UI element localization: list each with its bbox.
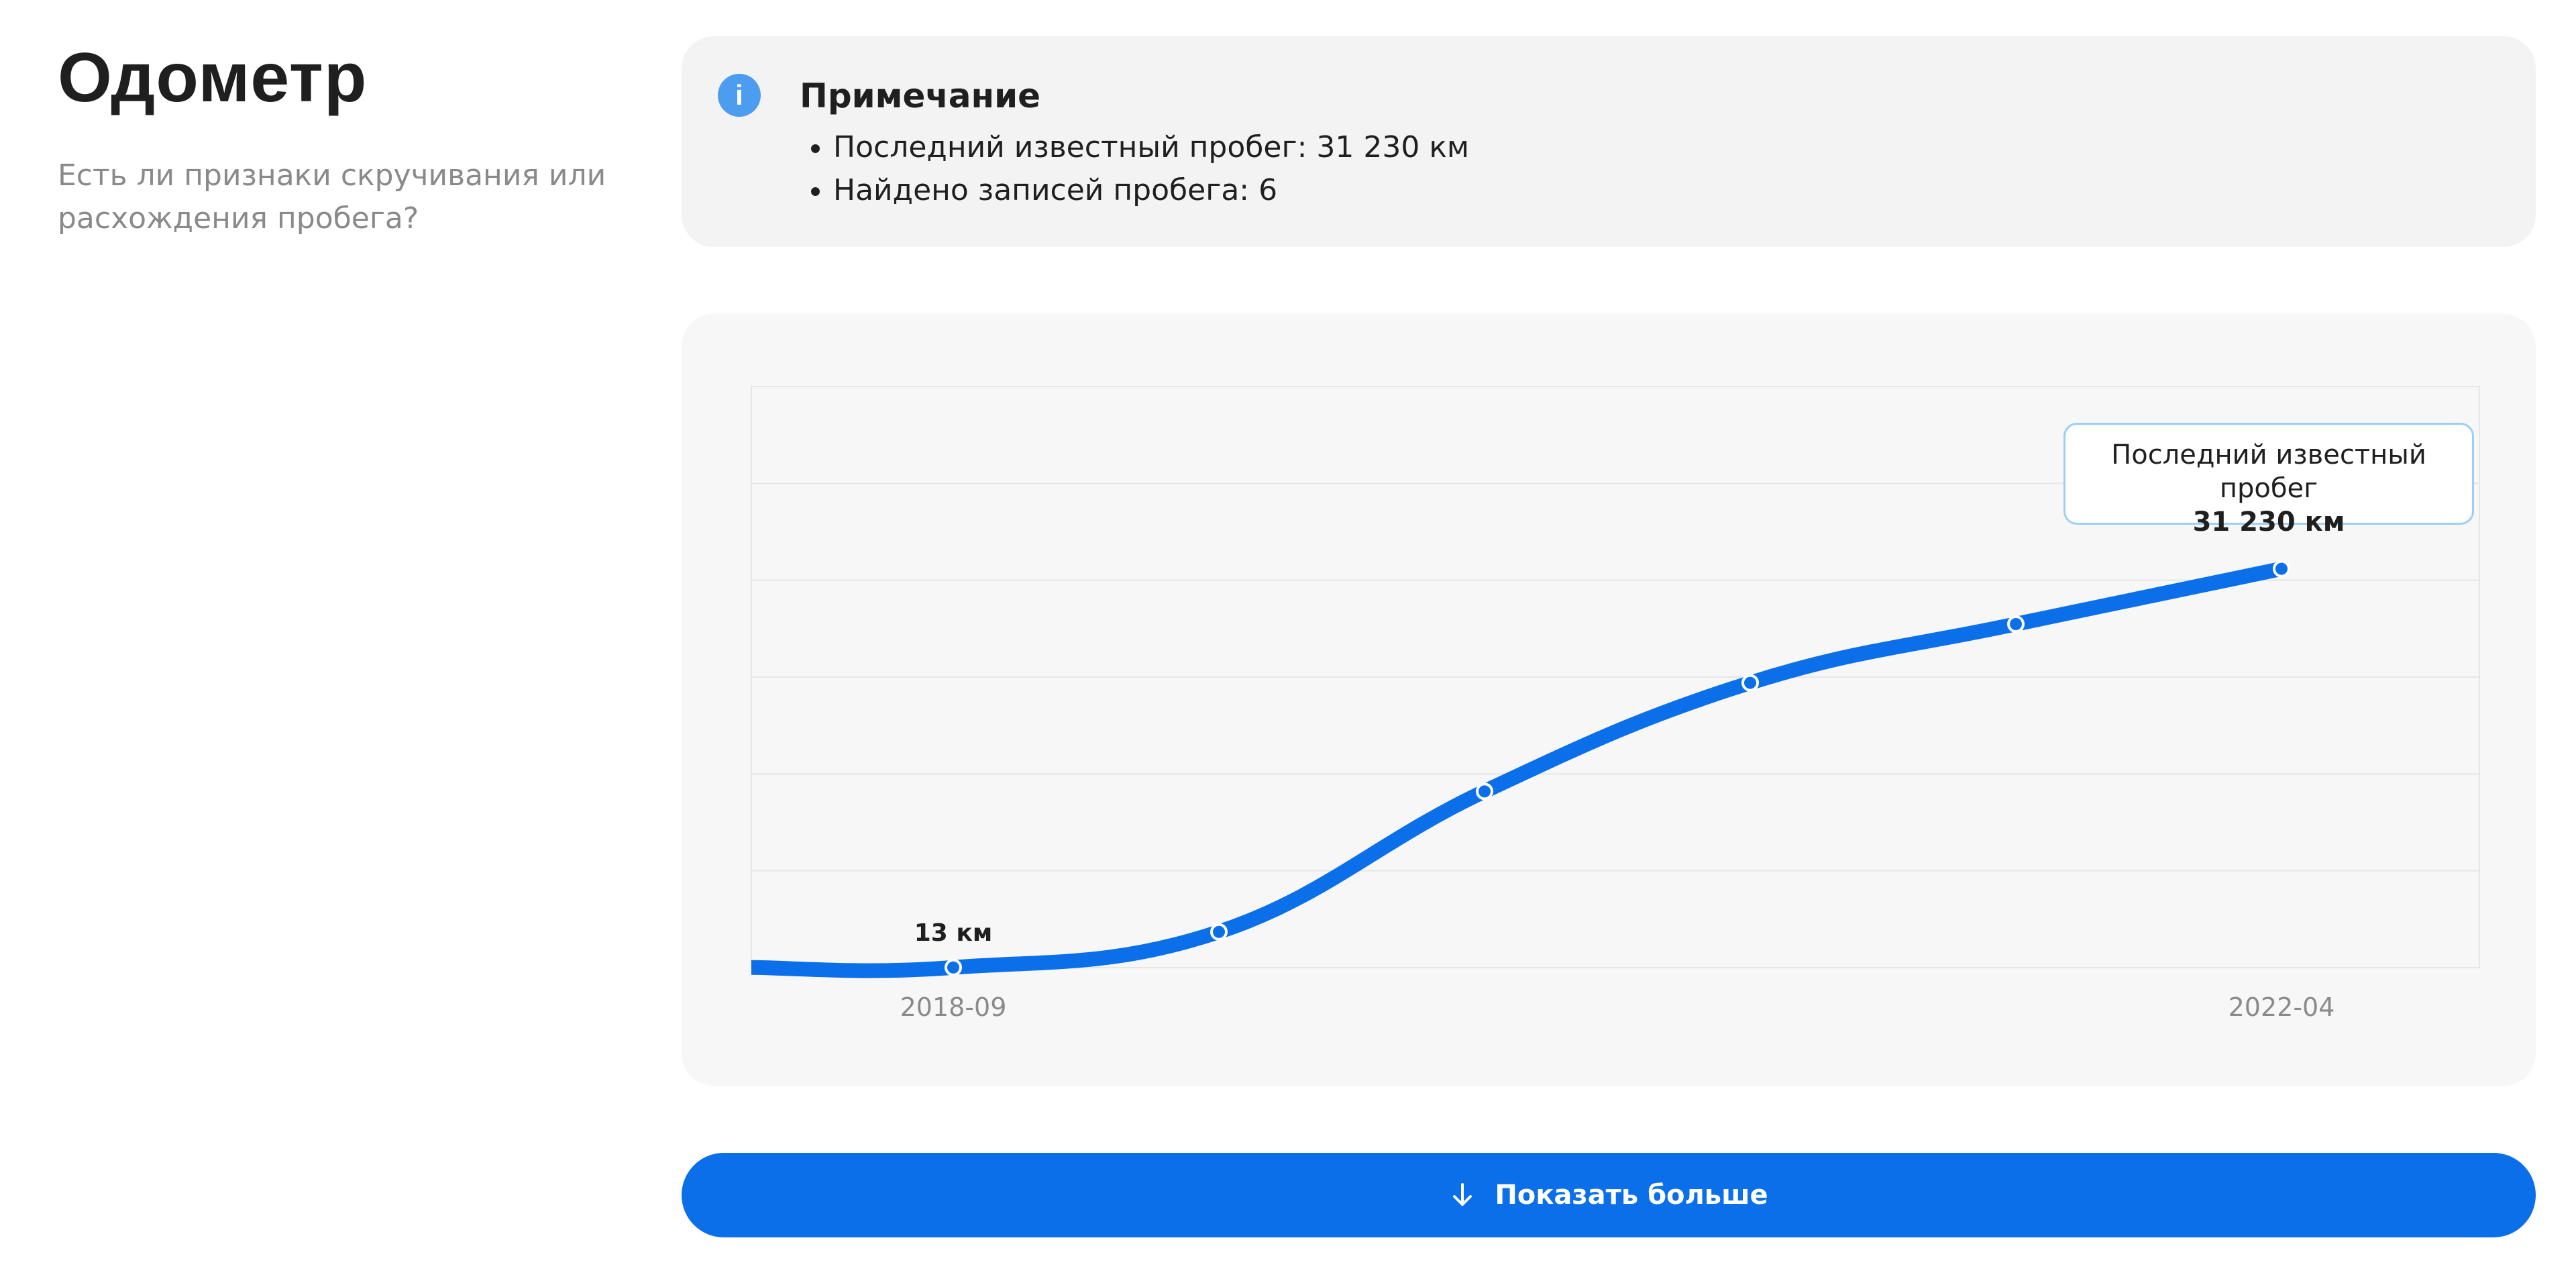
odometer-chart-card: 13 км 2018-09 2022-04 Последний известный …	[682, 314, 2536, 1086]
x-tick-label: 2018-09	[900, 992, 1007, 1022]
info-icon: i	[718, 74, 761, 117]
data-point-5	[2007, 615, 2025, 633]
data-point-4	[1741, 674, 1759, 692]
tooltip-label: Последний известный пробег	[2111, 440, 2426, 504]
note-panel: i Примечание Последний известный пробег:…	[682, 36, 2536, 247]
tooltip-value: 31 230 км	[2192, 507, 2345, 538]
data-point-3	[1476, 782, 1493, 801]
note-item-last-mileage: Последний известный пробег: 31 230 км	[833, 126, 1469, 169]
arrow-down-icon	[1453, 1183, 1472, 1206]
header-section: Одометр Есть ли признаки скручивания или…	[58, 38, 635, 240]
show-more-label: Показать больше	[1495, 1180, 1768, 1211]
data-point-2	[1210, 923, 1228, 941]
data-point-1	[945, 958, 962, 976]
first-point-label: 13 км	[914, 919, 993, 947]
show-more-button[interactable]: Показать больше	[682, 1153, 2536, 1237]
last-mileage-tooltip: Последний известный пробег 31 230 км	[2063, 423, 2474, 538]
data-point-6	[2273, 560, 2290, 578]
note-item-records-found: Найдено записей пробега: 6	[833, 169, 1469, 212]
note-list: Последний известный пробег: 31 230 км На…	[800, 126, 1469, 212]
x-tick-label: 2022-04	[2229, 992, 2335, 1022]
page-title: Одометр	[58, 39, 368, 117]
note-title: Примечание	[800, 76, 1041, 115]
page-subtitle: Есть ли признаки скручивания или расхожд…	[58, 158, 606, 236]
